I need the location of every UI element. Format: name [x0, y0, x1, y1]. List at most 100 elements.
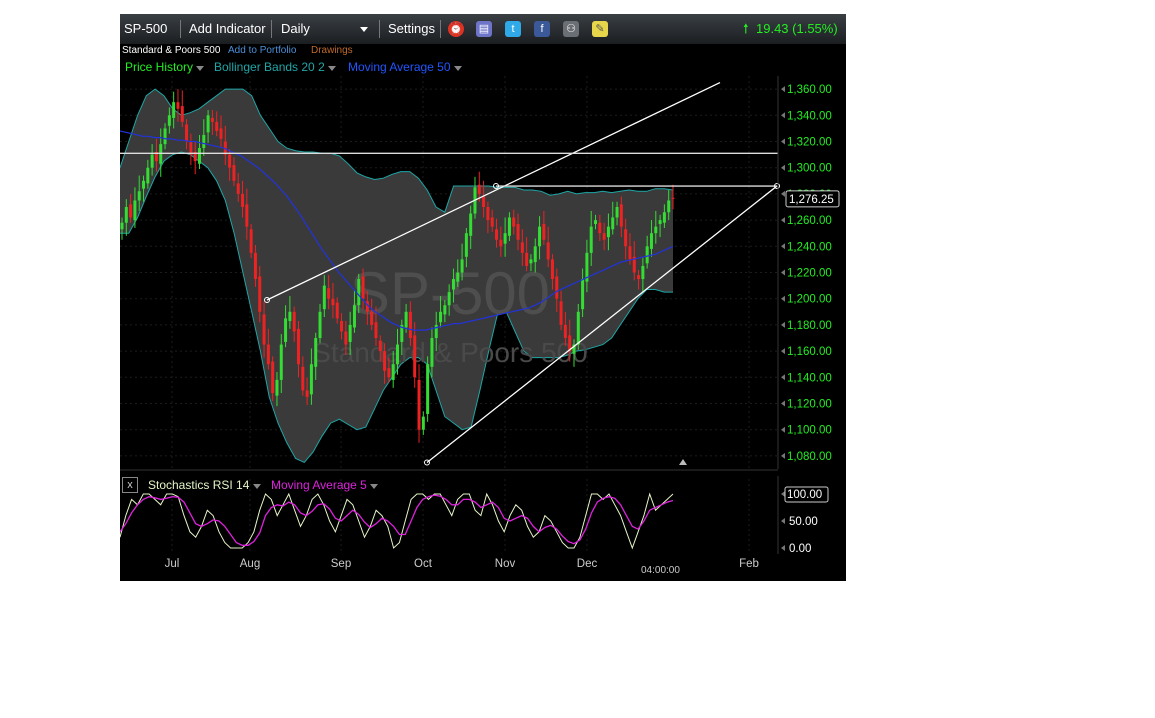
y-tick-label: 1,140.00	[787, 372, 832, 384]
candle-body	[219, 128, 223, 139]
candle-body	[520, 242, 524, 253]
candle-body	[370, 311, 374, 325]
candle-body	[236, 183, 240, 194]
x-tick-label: Oct	[414, 558, 433, 570]
candle-body	[430, 338, 434, 367]
stoch-legend[interactable]: Stochastics RSI 14	[148, 478, 261, 492]
candle-body	[271, 361, 275, 394]
candle-body	[180, 106, 184, 122]
candle-body	[344, 331, 348, 345]
candle-body	[348, 324, 352, 342]
candle-body	[581, 279, 585, 310]
candle-body	[542, 224, 546, 240]
candle-body	[378, 340, 382, 352]
candle-body	[559, 301, 563, 325]
osc-tick-marker	[781, 545, 785, 551]
candle-body	[464, 233, 468, 257]
candle-body	[361, 276, 365, 299]
candle-body	[318, 311, 322, 338]
candle-body	[301, 366, 305, 391]
candle-body	[245, 204, 249, 227]
candle-body	[408, 311, 412, 338]
candle-body	[637, 275, 641, 280]
candle-body	[202, 134, 206, 149]
y-tick-marker	[781, 217, 785, 224]
candle-body	[482, 196, 486, 207]
candle-body	[611, 217, 615, 230]
y-tick-label: 1,200.00	[787, 294, 832, 306]
candle-body	[555, 276, 559, 299]
x-tick-label: Jul	[165, 558, 180, 570]
stoch-label: Stochastics RSI 14	[148, 478, 250, 492]
y-tick-marker	[781, 400, 785, 407]
candle-body	[309, 364, 313, 395]
osc-tick-label: 50.00	[789, 516, 818, 528]
chevron-down-icon	[252, 484, 261, 489]
last-price-label: 1,276.25	[789, 194, 834, 206]
candle-body	[292, 311, 296, 332]
candle-body	[529, 259, 533, 264]
candle-body	[404, 311, 408, 328]
time-label: 04:00:00	[641, 565, 680, 576]
candle-body	[150, 154, 154, 168]
candle-body	[615, 207, 619, 218]
chevron-down-icon	[370, 484, 379, 489]
y-tick-marker	[781, 112, 785, 119]
candle-body	[357, 279, 361, 306]
candle-body	[241, 193, 245, 207]
y-tick-marker	[781, 374, 785, 381]
chart-canvas[interactable]: SP-500Standard & Poors 5001,360.001,340.…	[120, 14, 846, 581]
candle-body	[546, 242, 550, 260]
candle-body	[499, 239, 503, 247]
y-tick-label: 1,160.00	[787, 346, 832, 358]
ma5-legend[interactable]: Moving Average 5	[271, 478, 379, 492]
candle-body	[516, 224, 520, 240]
candle-body	[374, 322, 378, 338]
x-tick-label: Dec	[577, 558, 598, 570]
candle-body	[335, 302, 339, 319]
stoch-rsi-line	[120, 492, 674, 550]
candle-body	[447, 292, 451, 306]
candle-body	[417, 379, 421, 430]
candle-body	[594, 220, 598, 225]
x-tick-label: Aug	[240, 558, 260, 570]
candle-body	[387, 368, 391, 378]
y-tick-marker	[781, 295, 785, 302]
candle-body	[451, 279, 455, 290]
y-tick-label: 1,180.00	[787, 320, 832, 332]
y-tick-marker	[781, 426, 785, 433]
candle-body	[512, 217, 516, 227]
y-tick-marker	[781, 452, 785, 459]
y-tick-label: 1,220.00	[787, 268, 832, 280]
candle-body	[525, 252, 529, 266]
candle-body	[322, 285, 326, 310]
candle-body	[606, 226, 610, 238]
candle-body	[550, 259, 554, 280]
close-icon[interactable]: x	[122, 477, 138, 493]
candle-body	[641, 265, 645, 280]
chart-app: SP-500 Add Indicator Daily Settings ⏰ ▤ …	[120, 14, 846, 581]
candle-body	[296, 328, 300, 365]
candle-body	[396, 344, 399, 365]
candle-body	[197, 148, 201, 164]
candle-body	[563, 324, 567, 338]
candle-body	[266, 344, 270, 365]
candle-body	[538, 226, 542, 247]
x-tick-label: Sep	[331, 558, 351, 570]
y-tick-label: 1,120.00	[787, 399, 832, 411]
candle-body	[439, 311, 443, 323]
candle-body	[288, 311, 292, 321]
candle-body	[146, 167, 150, 184]
y-tick-label: 1,360.00	[787, 84, 832, 96]
candle-body	[649, 233, 653, 249]
osc-tick-marker	[781, 518, 785, 524]
candle-body	[176, 102, 180, 109]
y-tick-marker	[781, 348, 785, 355]
candle-body	[314, 338, 318, 367]
y-tick-label: 1,340.00	[787, 110, 832, 122]
y-tick-label: 1,080.00	[787, 451, 832, 463]
candle-body	[352, 305, 356, 328]
y-tick-label: 1,320.00	[787, 137, 832, 149]
y-tick-marker	[781, 243, 785, 250]
candle-body	[469, 213, 473, 236]
